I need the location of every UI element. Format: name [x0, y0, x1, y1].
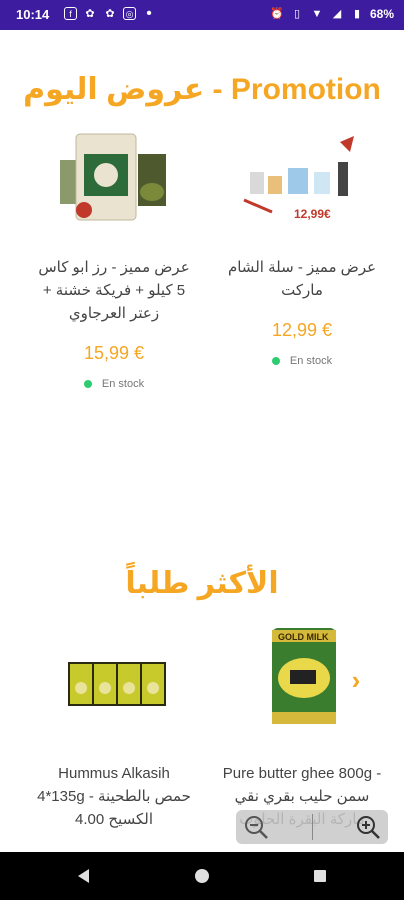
status-bar: 10:14 f ✿ ✿ ◎ • ⏰ ▯ ▼ ◢ ▮ 68%: [0, 0, 404, 30]
instagram-icon: ◎: [123, 7, 136, 20]
product-price: 15,99 €: [83, 343, 145, 363]
zoom-divider: [312, 814, 313, 840]
battery-icon: ▮: [353, 8, 360, 20]
more-notifications-icon: •: [146, 5, 152, 22]
product-card[interactable]: GOLD MILK Pure butter ghee 800g - سمن حل…: [212, 628, 392, 831]
product-card[interactable]: عرض مميز - رز ابو كاس 5 كيلو + فريكة خشن…: [24, 132, 204, 390]
product-price: 12,99 €: [271, 320, 333, 340]
product-image[interactable]: 12,99€: [242, 132, 362, 242]
product-name[interactable]: عرض مميز - سلة الشام ماركت: [212, 256, 392, 302]
product-image[interactable]: [54, 132, 174, 242]
most-requested-title: الأكثر طلباً: [125, 567, 279, 600]
in-stock-dot-icon: [83, 380, 92, 388]
back-icon[interactable]: [74, 866, 94, 886]
system-icons: ⏰ ▯ ▼ ◢ ▮ 68%: [270, 7, 394, 21]
vibrate-icon: ▯: [293, 8, 300, 20]
facebook-icon: f: [64, 7, 77, 20]
status-time: 10:14: [16, 7, 50, 22]
in-stock-dot-icon: [271, 357, 280, 365]
notification-app-icon: ✿: [105, 8, 115, 20]
alarm-icon: ⏰: [270, 8, 284, 20]
battery-percent: 68%: [369, 7, 394, 21]
stock-label: En stock: [101, 378, 145, 390]
product-card[interactable]: Hummus Alkasih 4*135g - حمص بالطحينة الك…: [24, 628, 204, 831]
product-image[interactable]: GOLD MILK: [242, 628, 362, 738]
zoom-out-icon[interactable]: [242, 813, 270, 841]
product-image[interactable]: [54, 628, 174, 738]
image-brand-label: GOLD MILK: [278, 632, 329, 642]
signal-icon: ◢: [332, 8, 342, 20]
home-icon[interactable]: [192, 866, 212, 886]
promotion-title: عروض اليوم - Promotion: [23, 73, 381, 106]
product-name[interactable]: عرض مميز - رز ابو كاس 5 كيلو + فريكة خشن…: [24, 256, 204, 325]
notification-icons: f ✿ ✿ ◎ •: [64, 5, 156, 22]
stock-label: En stock: [289, 355, 333, 367]
product-card[interactable]: 12,99€ عرض مميز - سلة الشام ماركت 12,99 …: [212, 132, 392, 367]
product-name[interactable]: Hummus Alkasih 4*135g - حمص بالطحينة الك…: [24, 762, 204, 831]
stock-status: En stock: [212, 355, 392, 367]
image-price-badge: 12,99€: [294, 207, 331, 221]
zoom-control[interactable]: [236, 810, 388, 844]
system-navigation-bar: [0, 852, 404, 900]
carousel-next-icon[interactable]: ›: [345, 666, 367, 694]
recent-apps-icon[interactable]: [310, 866, 330, 886]
wifi-icon: ▼: [311, 8, 323, 20]
notification-app-icon: ✿: [85, 8, 95, 20]
zoom-in-icon[interactable]: [354, 813, 382, 841]
stock-status: En stock: [24, 378, 204, 390]
